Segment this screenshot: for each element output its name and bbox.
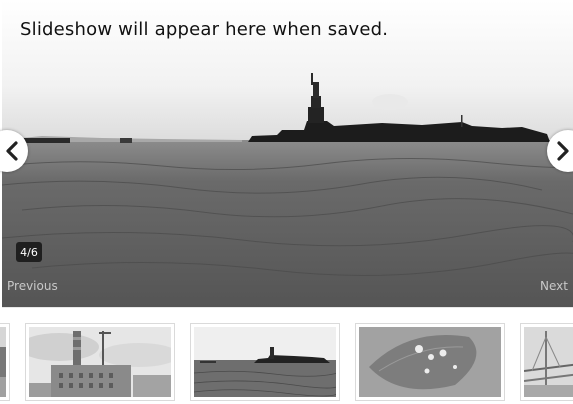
thumb-partial-right[interactable] (520, 323, 573, 401)
previous-link[interactable]: Previous (7, 279, 58, 293)
thumb-image (0, 347, 6, 397)
chevron-left-icon (6, 141, 18, 161)
thumb-chimney-factory[interactable] (25, 323, 175, 401)
thumb-image (359, 327, 501, 397)
slideshow-notice: Slideshow will appear here when saved. (20, 19, 389, 40)
thumb-statue-of-liberty[interactable] (190, 323, 340, 401)
thumbnail-strip (0, 321, 573, 404)
thumb-image (194, 327, 336, 397)
next-link[interactable]: Next (540, 279, 573, 293)
chevron-right-icon (557, 141, 569, 161)
slide-counter: 4/6 (16, 242, 42, 262)
thumb-image (29, 327, 171, 397)
thumb-water-droplets[interactable] (355, 323, 505, 401)
thumb-image (524, 327, 573, 397)
thumb-partial-left[interactable] (0, 323, 10, 401)
slideshow-main-image: Slideshow will appear here when saved. 4… (2, 0, 573, 308)
harbor-photo (2, 0, 573, 307)
